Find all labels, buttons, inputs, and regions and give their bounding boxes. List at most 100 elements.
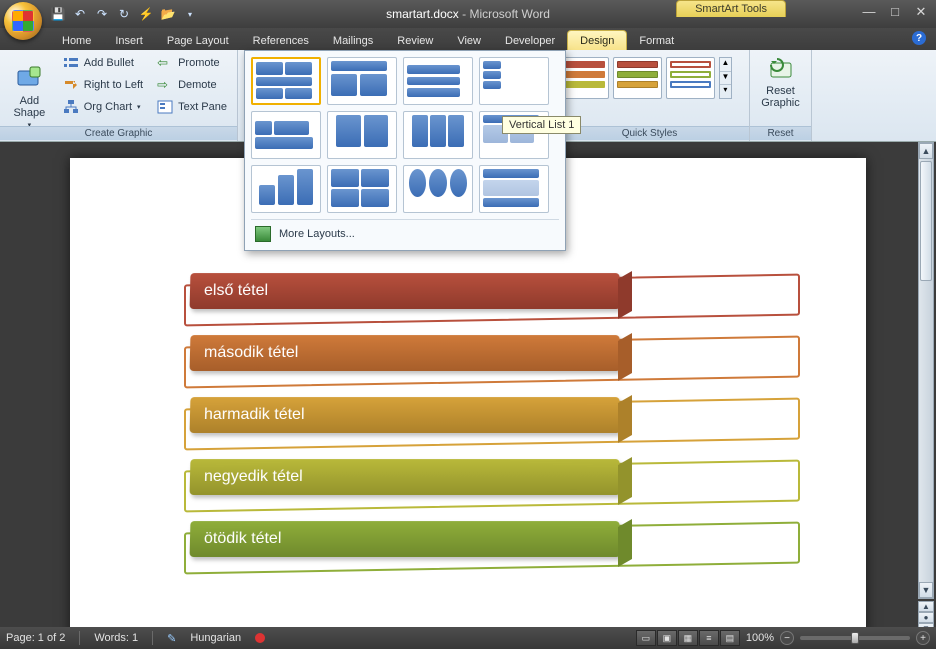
save-icon[interactable]: 💾 — [50, 6, 66, 22]
tab-home[interactable]: Home — [50, 31, 103, 50]
smartart-graphic[interactable]: első tétel második tétel harmadik tétel neg… — [190, 273, 750, 583]
group-reset: Reset Graphic Reset — [750, 50, 812, 141]
smartart-item-side — [618, 457, 632, 505]
view-buttons: ▭ ▣ ▦ ≡ ▤ — [636, 630, 740, 646]
smartart-item-bar: negyedik tétel — [190, 459, 621, 495]
tab-review[interactable]: Review — [385, 31, 445, 50]
scroll-up-icon[interactable]: ▲ — [919, 143, 933, 159]
close-button[interactable]: ✕ — [912, 4, 930, 20]
zoom-in-button[interactable]: + — [916, 631, 930, 645]
layout-option[interactable] — [251, 165, 321, 213]
quickstyle-thumb[interactable] — [560, 57, 609, 99]
more-layouts-button[interactable]: More Layouts... — [251, 219, 559, 244]
qs-up-icon[interactable]: ▲ — [720, 58, 731, 71]
full-screen-view-icon[interactable]: ▣ — [657, 630, 677, 646]
layout-option[interactable] — [327, 165, 397, 213]
layout-option[interactable] — [251, 57, 321, 105]
tab-format[interactable]: Format — [627, 31, 686, 50]
tab-developer[interactable]: Developer — [493, 31, 567, 50]
smartart-item[interactable]: ötödik tétel — [190, 521, 750, 567]
smartart-item[interactable]: negyedik tétel — [190, 459, 750, 505]
smartart-item[interactable]: első tétel — [190, 273, 750, 319]
smartart-item-text: negyedik tétel — [204, 468, 303, 486]
more-layouts-label: More Layouts... — [279, 228, 355, 240]
scroll-thumb[interactable] — [920, 161, 932, 281]
office-button[interactable] — [4, 2, 42, 40]
text-pane-button[interactable]: Text Pane — [153, 97, 231, 117]
add-bullet-label: Add Bullet — [84, 57, 134, 69]
bullet-icon — [63, 55, 79, 71]
reset-graphic-button[interactable]: Reset Graphic — [756, 53, 805, 111]
tab-insert[interactable]: Insert — [103, 31, 155, 50]
demote-label: Demote — [178, 79, 217, 91]
status-page[interactable]: Page: 1 of 2 — [6, 632, 65, 644]
quickprint-icon[interactable]: ⚡ — [138, 6, 154, 22]
layout-option[interactable] — [327, 111, 397, 159]
dropdown-arrow-icon: ▾ — [137, 103, 141, 111]
macro-recording-icon[interactable] — [255, 633, 265, 643]
smartart-item-side — [618, 395, 632, 443]
org-chart-button[interactable]: Org Chart ▾ — [59, 97, 147, 117]
redo-icon[interactable]: ↷ — [94, 6, 110, 22]
layout-option[interactable] — [479, 165, 549, 213]
browse-object-icon[interactable]: ● — [918, 612, 934, 623]
smartart-item[interactable]: második tétel — [190, 335, 750, 381]
promote-label: Promote — [178, 57, 220, 69]
zoom-out-button[interactable]: − — [780, 631, 794, 645]
status-language[interactable]: Hungarian — [190, 632, 241, 644]
quickstyle-thumb[interactable] — [613, 57, 662, 99]
add-shape-label: Add Shape — [13, 95, 45, 119]
promote-button[interactable]: ⇦ Promote — [153, 53, 231, 73]
smartart-item[interactable]: harmadik tétel — [190, 397, 750, 443]
demote-icon: ⇨ — [157, 77, 173, 93]
qs-down-icon[interactable]: ▼ — [720, 71, 731, 85]
scroll-down-icon[interactable]: ▼ — [919, 582, 933, 598]
tab-design[interactable]: Design — [567, 30, 627, 50]
layout-option[interactable] — [479, 57, 549, 105]
reset-label: Reset Graphic — [761, 85, 800, 109]
layout-option[interactable] — [403, 57, 473, 105]
proofing-icon[interactable]: ✎ — [167, 632, 176, 645]
right-to-left-button[interactable]: Right to Left — [59, 75, 147, 95]
vertical-scrollbar[interactable]: ▲ ▼ — [918, 142, 934, 599]
page-nav: ▲ ● ▼ — [918, 601, 934, 627]
layout-option[interactable] — [327, 57, 397, 105]
quickstyle-thumb[interactable] — [666, 57, 715, 99]
smartart-item-side — [618, 333, 632, 381]
smartart-item-text: első tétel — [204, 282, 268, 300]
tab-view[interactable]: View — [445, 31, 493, 50]
print-layout-view-icon[interactable]: ▭ — [636, 630, 656, 646]
maximize-button[interactable]: □ — [886, 4, 904, 20]
draft-view-icon[interactable]: ▤ — [720, 630, 740, 646]
tab-page-layout[interactable]: Page Layout — [155, 31, 241, 50]
qat-customize-icon[interactable]: ▾ — [182, 6, 198, 22]
status-bar: Page: 1 of 2 Words: 1 ✎ Hungarian ▭ ▣ ▦ … — [0, 627, 936, 649]
open-icon[interactable]: 📂 — [160, 6, 176, 22]
undo-icon[interactable]: ↶ — [72, 6, 88, 22]
web-layout-view-icon[interactable]: ▦ — [678, 630, 698, 646]
minimize-button[interactable]: — — [860, 4, 878, 20]
demote-button[interactable]: ⇨ Demote — [153, 75, 231, 95]
zoom-knob[interactable] — [851, 632, 859, 644]
smartart-item-bar: harmadik tétel — [190, 397, 621, 433]
layout-option[interactable] — [403, 111, 473, 159]
tab-mailings[interactable]: Mailings — [321, 31, 385, 50]
layout-option[interactable] — [403, 165, 473, 213]
rtl-icon — [63, 77, 79, 93]
add-bullet-button[interactable]: Add Bullet — [59, 53, 147, 73]
qs-more-icon[interactable]: ▾ — [720, 84, 731, 98]
smartart-item-bar: első tétel — [190, 273, 621, 309]
help-icon[interactable]: ? — [912, 31, 926, 45]
zoom-level[interactable]: 100% — [746, 632, 774, 644]
repeat-icon[interactable]: ↻ — [116, 6, 132, 22]
layout-option[interactable] — [251, 111, 321, 159]
tab-references[interactable]: References — [241, 31, 321, 50]
zoom-slider[interactable] — [800, 636, 910, 640]
add-shape-icon — [15, 65, 43, 93]
outline-view-icon[interactable]: ≡ — [699, 630, 719, 646]
app-name: Microsoft Word — [469, 7, 549, 21]
status-words[interactable]: Words: 1 — [94, 632, 138, 644]
org-chart-icon — [63, 99, 79, 115]
smartart-item-side — [618, 519, 632, 567]
prev-page-icon[interactable]: ▲ — [918, 601, 934, 612]
